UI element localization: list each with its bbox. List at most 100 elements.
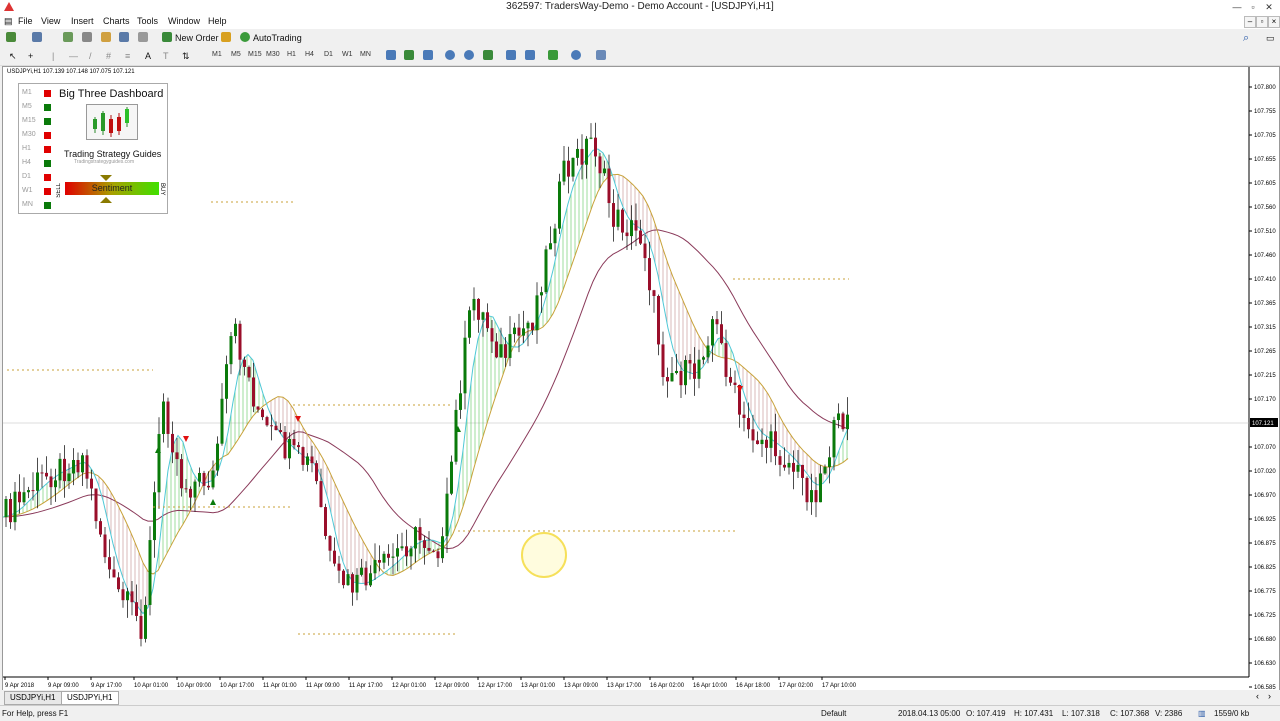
status-open: O: 107.419 bbox=[966, 709, 1006, 718]
candle-body bbox=[337, 563, 341, 571]
bar-chart-icon[interactable] bbox=[386, 50, 396, 60]
horizontal-line-icon[interactable]: — bbox=[69, 50, 78, 62]
candle-body bbox=[693, 363, 696, 379]
candle-body bbox=[229, 336, 233, 365]
terminal-icon[interactable] bbox=[119, 32, 129, 42]
indicators-icon[interactable] bbox=[548, 50, 558, 60]
dashboard-signal-m30 bbox=[44, 132, 51, 139]
candle-body bbox=[4, 499, 8, 517]
dashboard-tf-w1: W1 bbox=[22, 187, 33, 194]
arrows-icon[interactable]: ⇅ bbox=[182, 50, 190, 62]
price-chart[interactable]: 107.800 107.755 107.705 107.655 107.605 107.5… bbox=[3, 67, 1279, 691]
candle-body bbox=[279, 430, 282, 432]
restore-button[interactable]: ▫ bbox=[1246, 0, 1260, 14]
candle-body bbox=[598, 156, 602, 174]
price-label: 106.970 bbox=[1254, 493, 1276, 499]
time-label: 10 Apr 17:00 bbox=[220, 683, 255, 689]
mdi-restore-icon[interactable]: ▫ bbox=[1256, 16, 1268, 28]
crosshair-icon[interactable]: + bbox=[28, 50, 33, 62]
candle-body bbox=[472, 298, 476, 311]
data-window-icon[interactable] bbox=[101, 32, 111, 42]
minimize-button[interactable]: — bbox=[1230, 0, 1244, 14]
time-label: 16 Apr 02:00 bbox=[650, 683, 685, 689]
candle-body bbox=[310, 456, 314, 464]
chat-icon[interactable]: ▭ bbox=[1266, 32, 1275, 44]
label-icon[interactable]: T bbox=[163, 50, 169, 62]
market-watch-icon[interactable] bbox=[63, 32, 73, 42]
time-label: 10 Apr 09:00 bbox=[177, 683, 212, 689]
text-icon[interactable]: A bbox=[145, 50, 151, 62]
candle-body bbox=[760, 439, 764, 445]
candle-body bbox=[9, 499, 12, 523]
tf-d1[interactable]: D1 bbox=[324, 51, 333, 58]
menu-charts[interactable]: Charts bbox=[103, 16, 130, 26]
cursor-icon[interactable]: ↖ bbox=[9, 50, 17, 62]
candle-body bbox=[702, 357, 705, 360]
candle-body bbox=[162, 401, 165, 435]
candle-body bbox=[18, 491, 21, 503]
dashboard-tf-h4: H4 bbox=[22, 159, 31, 166]
candle-body bbox=[22, 492, 26, 503]
candle-body bbox=[31, 490, 35, 492]
search-icon[interactable]: ⌕ bbox=[1243, 32, 1249, 44]
autotrading-icon[interactable] bbox=[240, 32, 250, 42]
time-label: 16 Apr 18:00 bbox=[736, 683, 771, 689]
candle-body bbox=[423, 540, 426, 548]
candle-body bbox=[432, 550, 435, 552]
candle-body bbox=[247, 366, 251, 378]
candle-body bbox=[535, 295, 539, 331]
tab-scroll-right-icon[interactable]: › bbox=[1268, 691, 1271, 701]
long-ma-line bbox=[3, 229, 849, 550]
menu-window[interactable]: Window bbox=[168, 16, 200, 26]
tab-chart-2[interactable]: USDJPYi,H1 bbox=[61, 691, 119, 705]
strategy-tester-icon[interactable] bbox=[138, 32, 148, 42]
line-chart-icon[interactable] bbox=[423, 50, 433, 60]
chart-shift-icon[interactable] bbox=[525, 50, 535, 60]
tf-m1[interactable]: M1 bbox=[212, 51, 222, 58]
status-traffic: 1559/0 kb bbox=[1214, 709, 1250, 718]
channel-icon[interactable]: # bbox=[106, 50, 111, 62]
candle-body bbox=[787, 462, 791, 468]
zoom-out-icon[interactable] bbox=[464, 50, 474, 60]
navigator-icon[interactable] bbox=[82, 32, 92, 42]
tf-m5[interactable]: M5 bbox=[231, 51, 241, 58]
menu-file[interactable]: File bbox=[18, 16, 33, 26]
menu-tools[interactable]: Tools bbox=[137, 16, 158, 26]
vertical-line-icon[interactable]: | bbox=[52, 50, 54, 62]
new-order-icon[interactable] bbox=[162, 32, 172, 42]
tab-scroll-left-icon[interactable]: ‹ bbox=[1256, 691, 1259, 701]
close-button[interactable]: ✕ bbox=[1262, 0, 1276, 14]
mdi-close-icon[interactable]: × bbox=[1268, 16, 1280, 28]
mdi-minimize-icon[interactable]: – bbox=[1244, 16, 1256, 28]
buy-label: BUY bbox=[159, 183, 165, 196]
menu-bar: ▤ File View Insert Charts Tools Window H… bbox=[0, 15, 1280, 29]
zoom-in-icon[interactable] bbox=[445, 50, 455, 60]
metaeditor-icon[interactable] bbox=[221, 32, 231, 42]
menu-help[interactable]: Help bbox=[208, 16, 227, 26]
tf-h1[interactable]: H1 bbox=[287, 51, 296, 58]
candlestick-icon[interactable] bbox=[404, 50, 414, 60]
candle-body bbox=[495, 341, 498, 358]
periods-icon[interactable] bbox=[571, 50, 581, 60]
tf-mn[interactable]: MN bbox=[360, 51, 371, 58]
chart-window[interactable]: 107.800 107.755 107.705 107.655 107.605 107.5… bbox=[2, 66, 1280, 692]
fibonacci-icon[interactable]: ≡ bbox=[125, 50, 130, 62]
menu-insert[interactable]: Insert bbox=[71, 16, 94, 26]
autotrading-button[interactable]: AutoTrading bbox=[253, 32, 302, 44]
chart-menu-icon[interactable]: ▤ bbox=[4, 16, 13, 27]
menu-view[interactable]: View bbox=[41, 16, 60, 26]
new-order-button[interactable]: New Order bbox=[175, 32, 219, 44]
tf-m15[interactable]: M15 bbox=[248, 51, 262, 58]
profiles-icon[interactable] bbox=[32, 32, 42, 42]
candle-body bbox=[148, 540, 152, 605]
tf-m30[interactable]: M30 bbox=[266, 51, 280, 58]
autoscroll-icon[interactable] bbox=[506, 50, 516, 60]
tile-windows-icon[interactable] bbox=[483, 50, 493, 60]
tf-w1[interactable]: W1 bbox=[342, 51, 353, 58]
price-label: 107.020 bbox=[1254, 469, 1276, 475]
templates-icon[interactable] bbox=[596, 50, 606, 60]
tf-h4[interactable]: H4 bbox=[305, 51, 314, 58]
tab-chart-1[interactable]: USDJPYi,H1 bbox=[4, 691, 62, 705]
new-chart-icon[interactable] bbox=[6, 32, 16, 42]
trendline-icon[interactable]: / bbox=[89, 50, 92, 62]
